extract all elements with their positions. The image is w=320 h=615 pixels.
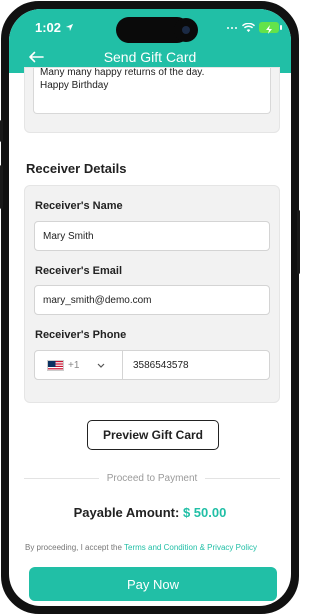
pay-now-button[interactable]: Pay Now [29, 567, 277, 601]
divider-line-right [205, 477, 281, 479]
message-textarea[interactable]: Many many happy returns of the day. Happ… [33, 68, 271, 114]
divider-line-left [24, 477, 99, 479]
country-code-select[interactable]: +1 [35, 351, 123, 379]
payable-amount: Payable Amount: $ 50.00 [9, 505, 291, 520]
receiver-phone-input[interactable]: +1 3586543578 [34, 350, 270, 380]
message-line-1: Many many happy returns of the day. [40, 68, 205, 78]
page-title: Send Gift Card [103, 49, 197, 65]
terms-link[interactable]: Terms and Condition & Privacy Policy [124, 543, 257, 552]
side-button-right [297, 210, 300, 274]
receiver-email-value: mary_smith@demo.com [43, 294, 152, 306]
receiver-email-input[interactable]: mary_smith@demo.com [34, 285, 270, 315]
camera-icon [174, 18, 198, 42]
terms-text: By proceeding, I accept the Terms and Co… [25, 543, 291, 552]
status-icons [226, 22, 282, 34]
payable-value: $ 50.00 [182, 505, 227, 520]
terms-prefix: By proceeding, I accept the [25, 543, 122, 552]
proceed-label: Proceed to Payment [106, 472, 198, 484]
preview-gift-card-button[interactable]: Preview Gift Card [87, 420, 219, 450]
chevron-down-icon [97, 360, 105, 370]
message-card: Many many happy returns of the day. Happ… [24, 67, 280, 133]
location-arrow-icon [65, 23, 74, 32]
phone-frame: 1:02 Send Gift Card Many many happy retu… [1, 1, 299, 614]
time-text: 1:02 [35, 20, 62, 35]
side-button-left-2 [0, 165, 3, 209]
message-line-2: Happy Birthday [40, 80, 109, 91]
country-code-value: +1 [68, 359, 80, 371]
battery-charging-icon [259, 22, 282, 34]
app-screen: 1:02 Send Gift Card Many many happy retu… [9, 9, 291, 606]
main-content: Many many happy returns of the day. Happ… [9, 67, 291, 606]
app-header: 1:02 Send Gift Card [9, 9, 291, 73]
proceed-divider: Proceed to Payment [24, 471, 281, 485]
receiver-name-input[interactable]: Mary Smith [34, 221, 270, 251]
receiver-name-value: Mary Smith [43, 230, 94, 242]
receiver-phone-label: Receiver's Phone [35, 329, 127, 341]
receiver-section-title: Receiver Details [26, 161, 127, 176]
signal-dots-icon [227, 26, 237, 29]
us-flag-icon [47, 359, 64, 371]
receiver-card: Receiver's Name Mary Smith Receiver's Em… [24, 185, 280, 403]
receiver-name-label: Receiver's Name [35, 200, 123, 212]
receiver-phone-value: 3586543578 [133, 359, 189, 371]
status-time: 1:02 [35, 20, 74, 35]
payable-label: Payable Amount: [73, 505, 180, 520]
wifi-icon [242, 22, 255, 32]
receiver-email-label: Receiver's Email [35, 265, 123, 277]
side-button-left-1 [0, 120, 3, 142]
